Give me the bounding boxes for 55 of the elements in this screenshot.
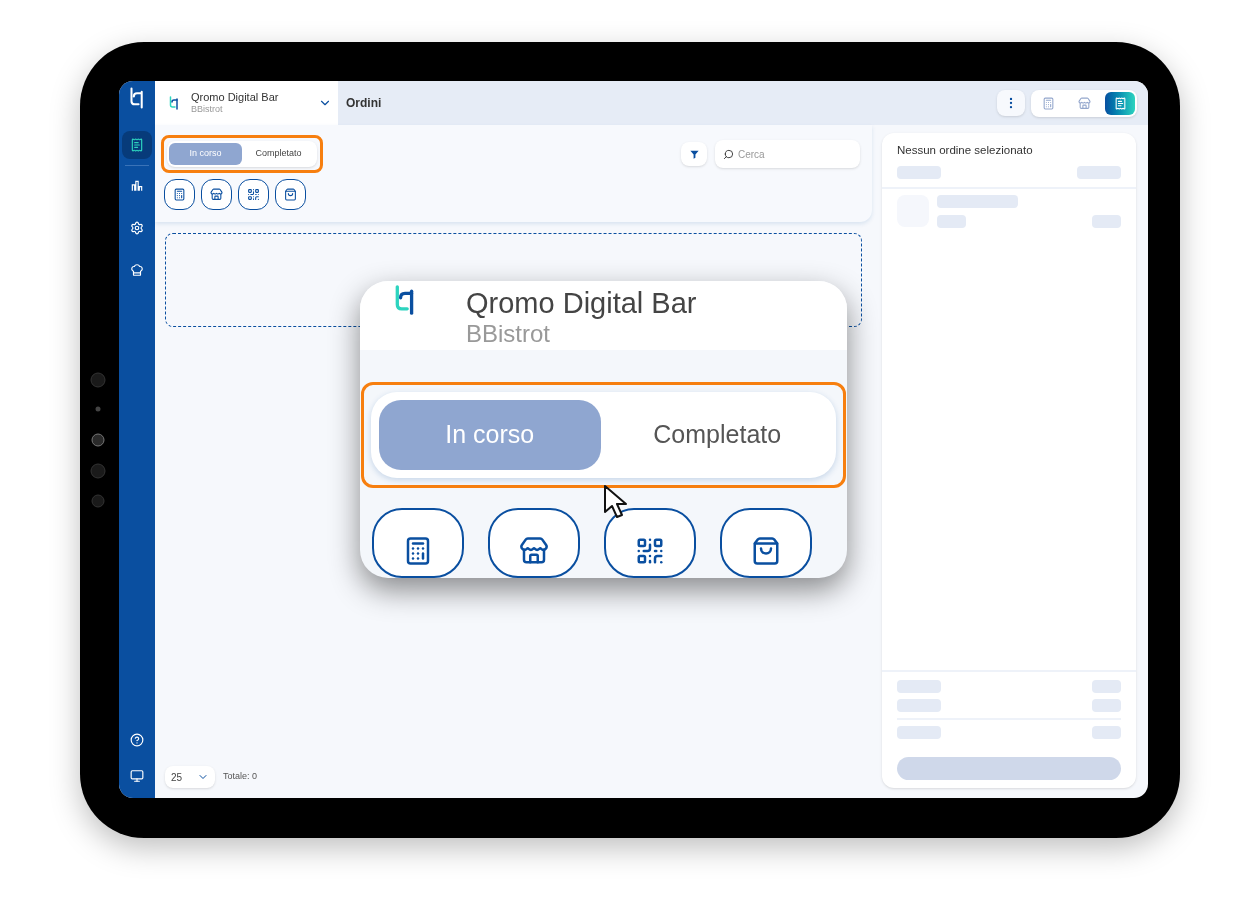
detail-title: Nessun ordine selezionato — [897, 143, 1034, 158]
channel-filter-button[interactable] — [604, 508, 696, 578]
channel-filter-button[interactable] — [720, 508, 812, 578]
qr-code-icon — [635, 536, 665, 566]
calculator-icon — [1041, 96, 1055, 110]
placeholder-bar — [1092, 699, 1121, 712]
logo-icon — [129, 87, 145, 109]
placeholder-bar — [897, 726, 941, 739]
placeholder-bar — [1092, 215, 1121, 229]
placeholder-bar — [897, 166, 941, 180]
channel-filter-button[interactable] — [488, 508, 580, 578]
page-size-select[interactable]: 25 — [165, 766, 215, 788]
search-icon — [723, 148, 734, 160]
receipt-icon — [130, 138, 144, 152]
filter-icon — [688, 148, 700, 160]
channel-filter-button[interactable] — [275, 179, 306, 210]
filter-button[interactable] — [681, 142, 707, 166]
placeholder-bar — [937, 215, 966, 229]
help-icon — [130, 733, 144, 747]
venue-name: Qromo Digital Bar — [466, 289, 697, 318]
placeholder-bar — [897, 699, 941, 712]
calculator-icon — [173, 188, 186, 201]
shopping-bag-icon — [751, 536, 781, 566]
bar-chart-icon — [130, 179, 144, 193]
placeholder-bar — [1077, 166, 1121, 180]
settings-icon — [130, 221, 144, 235]
page-title: Ordini — [346, 95, 382, 112]
placeholder-bar — [897, 680, 941, 693]
venue-name: Qromo Digital Bar — [191, 90, 280, 105]
branch-name: BBistrot — [466, 322, 552, 346]
logo-icon — [394, 283, 416, 317]
placeholder-bar — [1092, 726, 1121, 739]
qr-code-icon — [247, 188, 260, 201]
view-button[interactable] — [1105, 91, 1135, 115]
channel-filter-button[interactable] — [164, 179, 195, 210]
status-tab[interactable]: Completato — [606, 400, 828, 470]
store-icon — [519, 536, 549, 566]
placeholder-bar — [1092, 680, 1121, 693]
venue-selector[interactable]: Qromo Digital Bar BBistrot — [155, 81, 338, 125]
branch-name: BBistrot — [191, 104, 224, 116]
status-tab[interactable]: Completato — [242, 143, 315, 165]
channel-filter-button[interactable] — [201, 179, 232, 210]
chef-hat-icon — [130, 263, 144, 277]
channel-filter-button[interactable] — [238, 179, 269, 210]
store-icon — [210, 188, 223, 201]
channel-filter-button[interactable] — [372, 508, 464, 578]
search-field[interactable]: Cerca — [715, 140, 860, 168]
cursor-icon — [603, 484, 627, 520]
sidebar-item[interactable] — [122, 131, 152, 159]
shopping-bag-icon — [284, 188, 297, 201]
total-count: Totale: 0 — [223, 770, 258, 784]
logo-icon — [169, 96, 179, 110]
store-icon — [1077, 96, 1091, 110]
receipt-icon — [1113, 96, 1127, 110]
monitor-icon — [130, 769, 144, 783]
